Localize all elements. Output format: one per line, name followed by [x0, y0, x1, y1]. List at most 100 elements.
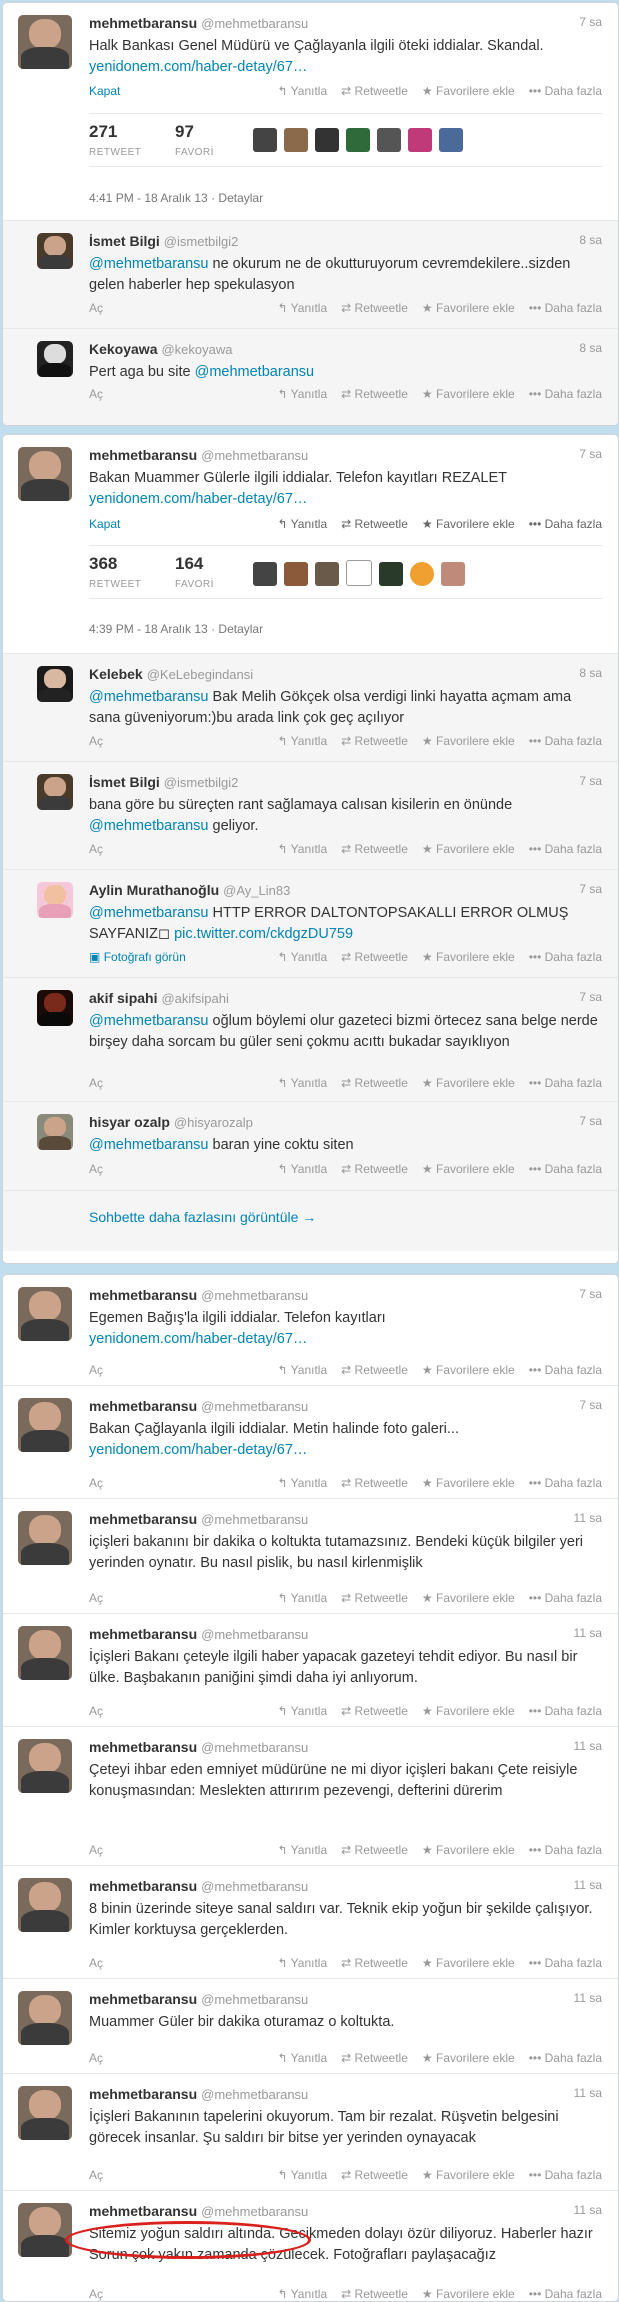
mention-link[interactable]: @mehmetbaransu: [89, 256, 209, 272]
view-photo-link[interactable]: ▣ Fotoğrafı görün: [89, 950, 186, 964]
open-link[interactable]: Aç: [89, 2168, 103, 2182]
reply-button[interactable]: ↰ Yanıtla: [278, 1956, 328, 1970]
close-link[interactable]: Kapat: [89, 84, 120, 98]
more-button[interactable]: ••• Daha fazla: [529, 2287, 602, 2301]
retweet-button[interactable]: ⇄ Retweetle: [341, 842, 408, 856]
details-link[interactable]: Detaylar: [218, 622, 263, 636]
details-link[interactable]: Detaylar: [218, 191, 263, 205]
tweet-time[interactable]: 11 sa: [574, 1878, 602, 1892]
avatar[interactable]: [37, 990, 73, 1026]
favorite-button[interactable]: ★ Favorilere ekle: [422, 1843, 515, 1857]
avatar[interactable]: [18, 1739, 72, 1793]
reply-button[interactable]: ↰ Yanıtla: [278, 950, 328, 964]
tweet-time[interactable]: 7 sa: [579, 1287, 602, 1301]
reply-button[interactable]: ↰ Yanıtla: [278, 84, 328, 98]
reply-tweet[interactable]: Kelebek @KeLebegindansi 8 sa @mehmetbarans…: [3, 654, 618, 762]
favoriter-avatars[interactable]: [253, 560, 472, 589]
more-button[interactable]: ••• Daha fazla: [529, 1076, 602, 1090]
author-handle[interactable]: @mehmetbaransu: [201, 1627, 308, 1642]
open-link[interactable]: Aç: [89, 1076, 103, 1090]
favorite-button[interactable]: ★ Favorilere ekle: [422, 950, 515, 964]
retweet-button[interactable]: ⇄ Retweetle: [341, 1363, 408, 1377]
favorite-button[interactable]: ★ Favorilere ekle: [422, 1476, 515, 1490]
tweet-time[interactable]: 7 sa: [579, 447, 602, 461]
author-name[interactable]: mehmetbaransu: [89, 1991, 197, 2007]
more-button[interactable]: ••• Daha fazla: [529, 1476, 602, 1490]
timeline-tweet[interactable]: mehmetbaransu @mehmetbaransu 11 sa içişleri…: [3, 1499, 618, 1614]
retweet-button[interactable]: ⇄ Retweetle: [341, 84, 408, 98]
author-handle[interactable]: @mehmetbaransu: [201, 2204, 308, 2219]
author-name[interactable]: Aylin Murathanoğlu: [89, 882, 219, 898]
mention-link[interactable]: @mehmetbaransu: [89, 1013, 209, 1029]
avatar[interactable]: [18, 1878, 72, 1932]
open-link[interactable]: Aç: [89, 734, 103, 748]
favorite-count[interactable]: 97: [175, 122, 214, 142]
author-name[interactable]: mehmetbaransu: [89, 2086, 197, 2102]
author-handle[interactable]: @mehmetbaransu: [201, 448, 308, 463]
reply-button[interactable]: ↰ Yanıtla: [278, 1704, 328, 1718]
reply-button[interactable]: ↰ Yanıtla: [278, 301, 328, 315]
favorite-button[interactable]: ★ Favorilere ekle: [422, 2051, 515, 2065]
tweet-link[interactable]: yenidonem.com/haber-detay/67…: [89, 1331, 307, 1347]
expanded-tweet[interactable]: mehmetbaransu @mehmetbaransu 7 sa Halk Ban…: [3, 3, 618, 221]
author-handle[interactable]: @mehmetbaransu: [201, 1992, 308, 2007]
tweet-time[interactable]: 11 sa: [574, 1511, 602, 1525]
reply-button[interactable]: ↰ Yanıtla: [278, 1591, 328, 1605]
mention-link[interactable]: @mehmetbaransu: [89, 818, 209, 834]
avatar[interactable]: [37, 233, 73, 269]
reply-tweet[interactable]: Kekoyawa @kekoyawa 8 sa Pert aga bu site @…: [3, 329, 618, 425]
retweet-count[interactable]: 271: [89, 122, 141, 142]
tweet-time[interactable]: 11 sa: [574, 2203, 602, 2217]
author-handle[interactable]: @mehmetbaransu: [201, 16, 308, 31]
author-name[interactable]: mehmetbaransu: [89, 1878, 197, 1894]
author-handle[interactable]: @mehmetbaransu: [201, 1740, 308, 1755]
retweet-button[interactable]: ⇄ Retweetle: [341, 1843, 408, 1857]
favorite-button[interactable]: ★ Favorilere ekle: [422, 517, 515, 531]
timeline-tweet[interactable]: mehmetbaransu @mehmetbaransu 11 sa İçişleri…: [3, 2074, 618, 2191]
avatar[interactable]: [37, 774, 73, 810]
author-handle[interactable]: @KeLebegindansi: [147, 667, 253, 682]
reply-button[interactable]: ↰ Yanıtla: [278, 1363, 328, 1377]
author-name[interactable]: mehmetbaransu: [89, 1626, 197, 1642]
author-name[interactable]: mehmetbaransu: [89, 15, 197, 31]
avatar[interactable]: [18, 15, 72, 69]
avatar[interactable]: [18, 1287, 72, 1341]
retweet-button[interactable]: ⇄ Retweetle: [341, 2051, 408, 2065]
avatar[interactable]: [37, 341, 73, 377]
timeline-tweet[interactable]: mehmetbaransu @mehmetbaransu 7 sa Bakan Çağ…: [3, 1386, 618, 1499]
favoriter-avatars[interactable]: [253, 128, 470, 155]
favorite-count[interactable]: 164: [175, 554, 214, 574]
mention-link[interactable]: @mehmetbaransu: [89, 1137, 209, 1153]
tweet-time[interactable]: 7 sa: [579, 1114, 602, 1128]
author-name[interactable]: mehmetbaransu: [89, 2203, 197, 2219]
tweet-time[interactable]: 11 sa: [574, 1991, 602, 2005]
avatar[interactable]: [18, 1991, 72, 2045]
more-button[interactable]: ••• Daha fazla: [529, 734, 602, 748]
author-handle[interactable]: @ismetbilgi2: [164, 775, 239, 790]
author-name[interactable]: mehmetbaransu: [89, 1511, 197, 1527]
reply-button[interactable]: ↰ Yanıtla: [278, 387, 328, 401]
mention-link[interactable]: @mehmetbaransu: [195, 364, 315, 380]
favorite-button[interactable]: ★ Favorilere ekle: [422, 2287, 515, 2301]
retweet-button[interactable]: ⇄ Retweetle: [341, 1591, 408, 1605]
timeline-tweet[interactable]: mehmetbaransu @mehmetbaransu 11 sa Sitemiz …: [3, 2191, 618, 2301]
tweet-time[interactable]: 8 sa: [579, 233, 602, 247]
open-link[interactable]: Aç: [89, 1162, 103, 1176]
author-name[interactable]: mehmetbaransu: [89, 1398, 197, 1414]
avatar[interactable]: [18, 1511, 72, 1565]
retweet-button[interactable]: ⇄ Retweetle: [341, 1956, 408, 1970]
favorite-button[interactable]: ★ Favorilere ekle: [422, 1162, 515, 1176]
favorite-button[interactable]: ★ Favorilere ekle: [422, 387, 515, 401]
avatar[interactable]: [37, 882, 73, 918]
tweet-time[interactable]: 8 sa: [579, 666, 602, 680]
reply-button[interactable]: ↰ Yanıtla: [278, 1076, 328, 1090]
favorite-button[interactable]: ★ Favorilere ekle: [422, 301, 515, 315]
reply-button[interactable]: ↰ Yanıtla: [278, 517, 328, 531]
more-button[interactable]: ••• Daha fazla: [529, 1704, 602, 1718]
author-handle[interactable]: @akifsipahi: [161, 991, 228, 1006]
favorite-button[interactable]: ★ Favorilere ekle: [422, 734, 515, 748]
author-name[interactable]: İsmet Bilgi: [89, 774, 160, 790]
author-handle[interactable]: @mehmetbaransu: [201, 1399, 308, 1414]
open-link[interactable]: Aç: [89, 387, 103, 401]
open-link[interactable]: Aç: [89, 1704, 103, 1718]
